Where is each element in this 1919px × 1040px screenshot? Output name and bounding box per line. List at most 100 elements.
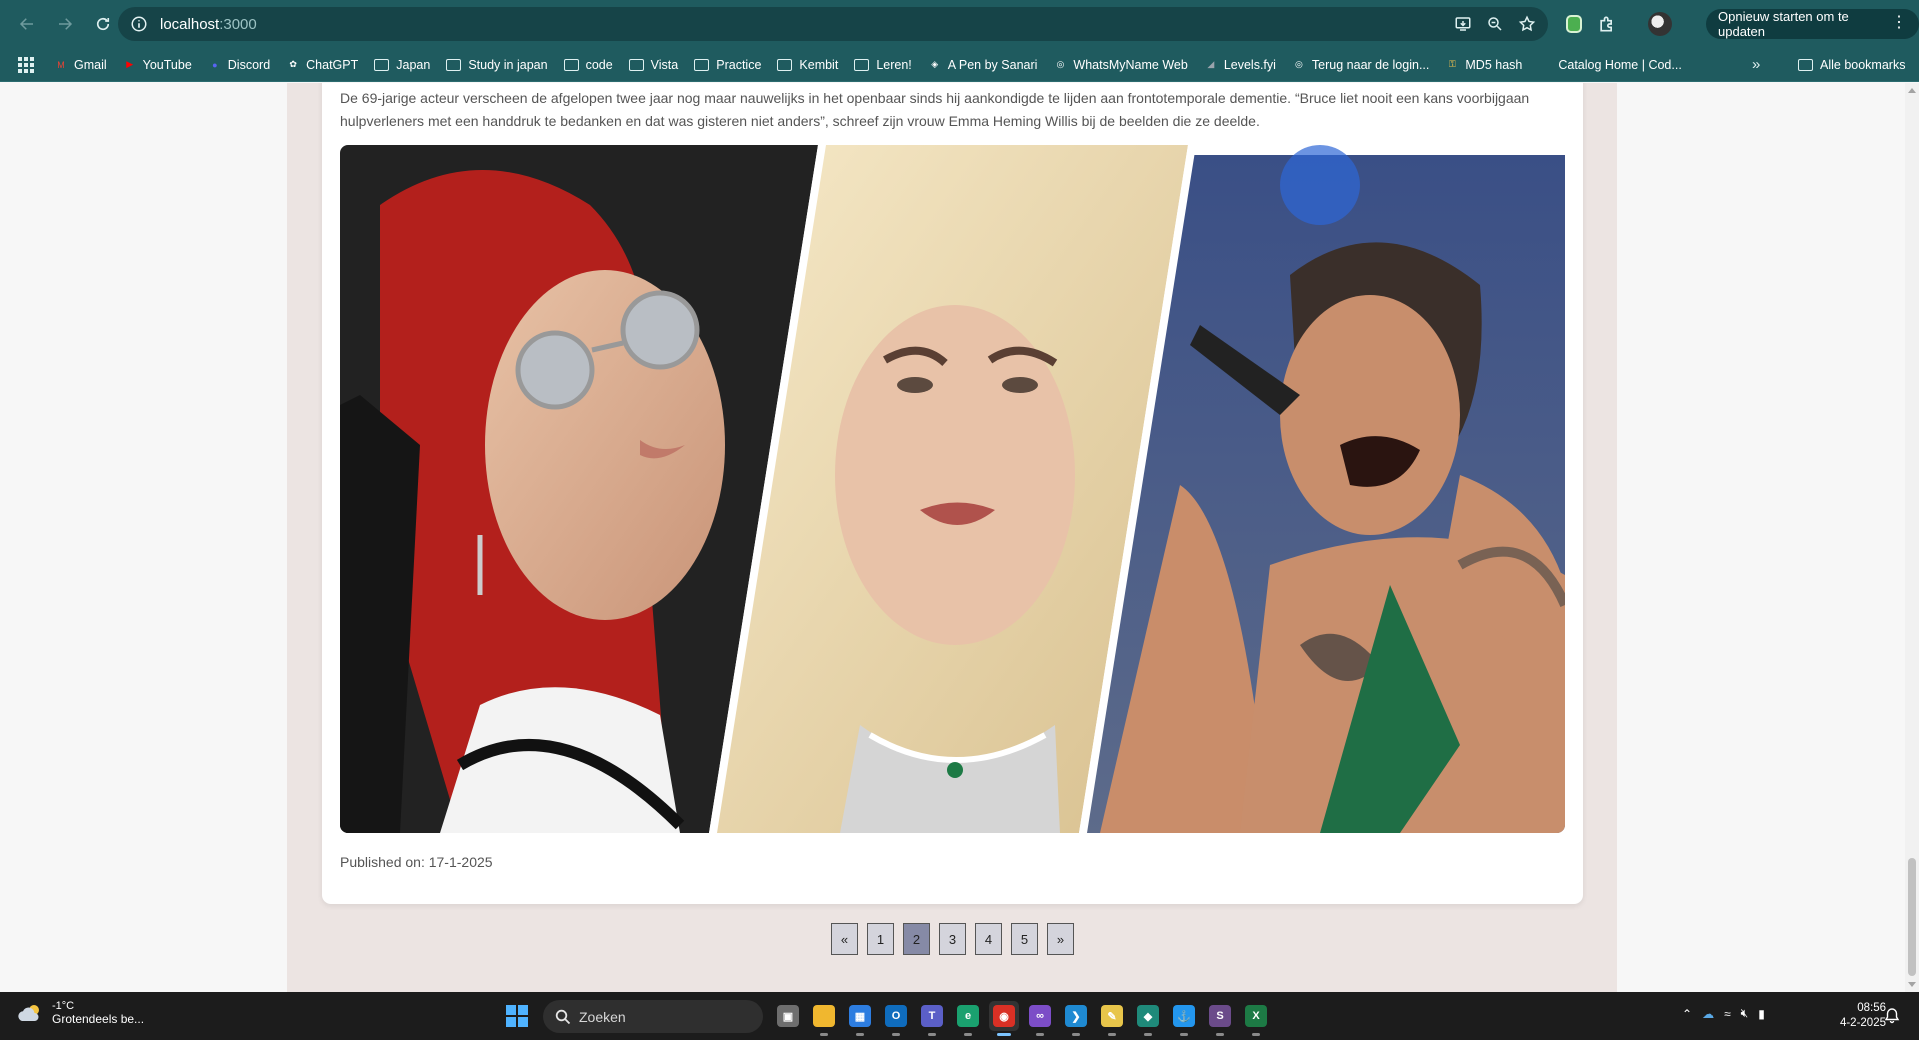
taskbar-search[interactable]: Zoeken	[543, 1000, 763, 1033]
windows-taskbar: -1°C Grotendeels be... Zoeken ▣ ▦ O Te ◉ ∞ ❯ ✎ ◆…	[0, 992, 1919, 1040]
taskbar-app-button[interactable]: ❯	[1061, 1001, 1091, 1036]
bookmark-item[interactable]: Vista	[623, 52, 685, 78]
chevron-up-icon[interactable]: ⌃	[1682, 1007, 1692, 1021]
bookmark-item[interactable]: ◎ Terug naar de login...	[1286, 52, 1435, 78]
bookmark-item[interactable]: ● Discord	[202, 52, 276, 78]
taskbar-app-button[interactable]: S	[1205, 1001, 1235, 1036]
gmail-icon: M	[57, 59, 65, 70]
notification-bell-icon[interactable]	[1884, 1007, 1900, 1024]
address-bar[interactable]: localhost:3000	[118, 7, 1548, 41]
ssms-icon: S	[1209, 1005, 1231, 1027]
bookmark-label: Levels.fyi	[1223, 57, 1276, 72]
url-port: :3000	[219, 15, 257, 33]
running-indicator	[1072, 1033, 1080, 1036]
bookmark-label: Gmail	[74, 57, 107, 72]
taskbar-app-button[interactable]: O	[881, 1001, 911, 1036]
forward-button[interactable]	[48, 7, 82, 41]
update-button[interactable]: Opnieuw starten om te updaten ⋮	[1706, 9, 1919, 39]
site-info-icon[interactable]	[130, 15, 148, 33]
bookmark-item[interactable]: Japan	[368, 52, 436, 78]
pagination-next-button[interactable]: »	[1047, 923, 1074, 955]
bookmark-item[interactable]: M Gmail	[48, 52, 113, 78]
running-indicator	[1216, 1033, 1224, 1036]
scroll-up-icon[interactable]	[1908, 88, 1916, 93]
taskbar-app-button[interactable]: ▣	[773, 1001, 803, 1031]
reload-icon	[96, 17, 110, 31]
menu-dots-icon[interactable]: ⋮	[1891, 15, 1907, 31]
page-scrollbar[interactable]	[1905, 83, 1919, 992]
url-text: localhost:3000	[160, 16, 257, 33]
task-view-icon: ▣	[777, 1005, 799, 1027]
windows-start-icon[interactable]	[506, 1005, 528, 1027]
visual-studio-icon: ∞	[1029, 1005, 1051, 1027]
docker-icon: ⚓	[1173, 1005, 1195, 1027]
taskbar-app-button[interactable]: ∞	[1025, 1001, 1055, 1036]
apps-grid-icon[interactable]	[18, 56, 34, 73]
bookmark-item[interactable]: ◈ A Pen by Sanari	[922, 52, 1044, 78]
zoom-icon[interactable]	[1486, 15, 1504, 33]
battery-icon[interactable]: ▮	[1758, 1007, 1765, 1021]
pagination-page-5[interactable]: 5	[1011, 923, 1038, 955]
weather-widget[interactable]: -1°C Grotendeels be...	[16, 1000, 144, 1026]
bookmark-item[interactable]: Leren!	[848, 52, 917, 78]
bookmark-item[interactable]: ◢ Levels.fyi	[1198, 52, 1282, 78]
weather-description: Grotendeels be...	[52, 1012, 145, 1026]
taskbar-app-button[interactable]: ▦	[845, 1001, 875, 1036]
taskbar-app-button[interactable]: ✎	[1097, 1001, 1127, 1036]
pagination-page-4[interactable]: 4	[975, 923, 1002, 955]
taskbar-app-button[interactable]: ◆	[1133, 1001, 1163, 1036]
pagination-page-2[interactable]: 2	[903, 923, 930, 955]
bookmark-item[interactable]: Practice	[688, 52, 767, 78]
extensions-button[interactable]	[1596, 13, 1618, 35]
taskbar-app-button[interactable]: ⚓	[1169, 1001, 1199, 1036]
vscode-icon: ❯	[1065, 1005, 1087, 1027]
taskbar-app-button[interactable]: e	[953, 1001, 983, 1036]
bookmark-item[interactable]: Kembit	[771, 52, 844, 78]
browser-toolbar: localhost:3000 Opnieuw starten om te upd…	[0, 0, 1919, 48]
search-icon	[555, 1009, 571, 1024]
bookmark-item[interactable]: code	[558, 52, 619, 78]
back-button[interactable]	[10, 7, 44, 41]
taskbar-app-button[interactable]: X	[1241, 1001, 1271, 1036]
bookmark-label: code	[585, 57, 613, 72]
bookmarks-overflow-icon[interactable]: »	[1752, 56, 1760, 73]
codepen-icon: ◈	[931, 59, 939, 69]
bookmark-star-icon[interactable]	[1518, 15, 1536, 33]
all-bookmarks-button[interactable]: Alle bookmarks	[1798, 52, 1905, 78]
bookmark-item[interactable]: Study in japan	[440, 52, 553, 78]
bookmark-label: Discord	[227, 57, 271, 72]
running-indicator	[1144, 1033, 1152, 1036]
folder-icon	[694, 58, 710, 71]
onedrive-icon[interactable]: ☁	[1702, 1007, 1714, 1021]
bookmark-label: Vista	[650, 57, 679, 72]
pagination-page-1[interactable]: 1	[867, 923, 894, 955]
bookmark-item[interactable]: Catalog Home | Cod...	[1532, 52, 1687, 78]
teams-icon: T	[921, 1005, 943, 1027]
extension-green-icon[interactable]	[1566, 15, 1582, 33]
running-indicator	[856, 1033, 864, 1036]
update-button-label: Opnieuw starten om te updaten	[1718, 9, 1849, 39]
bookmark-item[interactable]: ⚿ MD5 hash	[1439, 52, 1528, 78]
reload-button[interactable]	[86, 7, 120, 41]
search-placeholder: Zoeken	[579, 1008, 626, 1025]
bookmark-item[interactable]: ▶ YouTube	[117, 52, 198, 78]
article-image	[340, 145, 1565, 833]
bookmarks-bar: M Gmail ▶ YouTube ● Discord ✿ ChatGPT Japan Study…	[0, 48, 1919, 82]
running-indicator	[892, 1033, 900, 1036]
profile-avatar[interactable]	[1648, 12, 1672, 36]
taskbar-app-button[interactable]: ◉	[989, 1001, 1019, 1036]
taskbar-app-button[interactable]	[809, 1001, 839, 1036]
scrollbar-thumb[interactable]	[1908, 858, 1916, 976]
taskbar-app-button[interactable]: T	[917, 1001, 947, 1036]
clock-time: 08:56	[1857, 1002, 1886, 1014]
scroll-down-icon[interactable]	[1908, 982, 1916, 987]
globe-icon: ◎	[1294, 59, 1303, 69]
bookmark-item[interactable]: ✿ ChatGPT	[280, 52, 364, 78]
install-app-icon[interactable]	[1454, 15, 1472, 33]
pagination-page-3[interactable]: 3	[939, 923, 966, 955]
bookmark-item[interactable]: ◎ WhatsMyName Web	[1047, 52, 1193, 78]
speaker-muted-icon[interactable]: 🔇︎	[1741, 1006, 1749, 1021]
taskbar-clock[interactable]: 08:56 4-2-2025	[1828, 1001, 1886, 1031]
pagination-prev-button[interactable]: «	[831, 923, 858, 955]
wifi-icon[interactable]: ≈	[1724, 1007, 1731, 1021]
